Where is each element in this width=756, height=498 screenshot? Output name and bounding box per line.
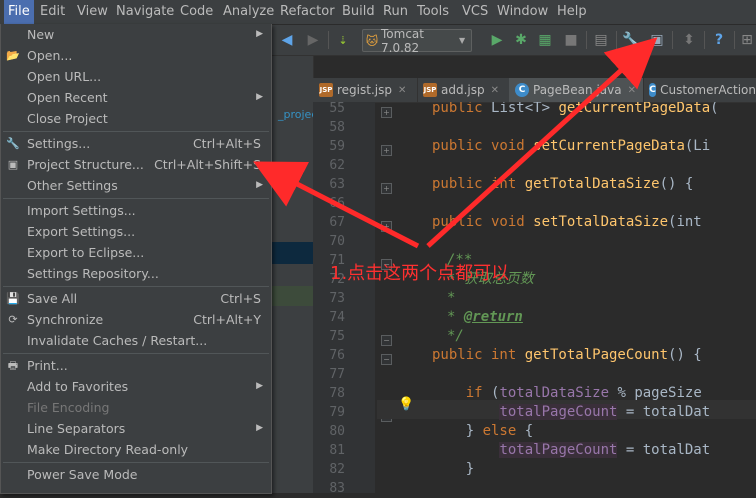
- arrow-to-toolbar-button: [426, 37, 658, 248]
- annotation-text: 1.点击这两个点都可以: [330, 263, 510, 284]
- arrow-to-project-structure: [253, 161, 420, 249]
- annotation-arrows: [253, 37, 658, 249]
